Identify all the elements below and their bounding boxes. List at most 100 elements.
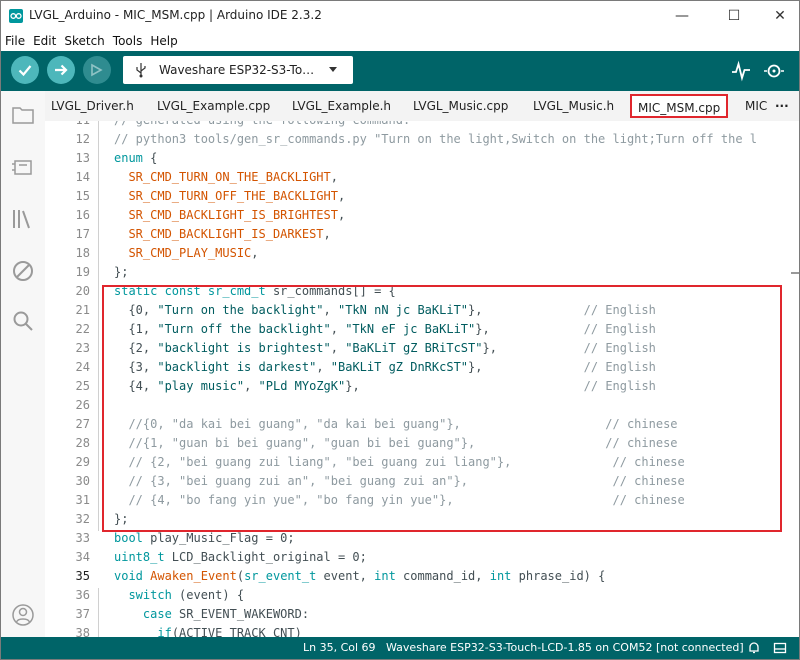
line-number: 16 — [75, 208, 90, 222]
code-token: ( — [236, 569, 245, 583]
menu-sketch[interactable]: Sketch — [64, 31, 104, 51]
code-line[interactable]: 34 uint8_t LCD_Backlight_original = 0; — [45, 550, 799, 569]
check-icon — [18, 65, 32, 77]
verify-button[interactable] — [11, 56, 39, 84]
menu-tools[interactable]: Tools — [113, 31, 143, 51]
menu-help[interactable]: Help — [150, 31, 177, 51]
code-text: SR_CMD_TURN_ON_THE_BACKLIGHT, — [114, 170, 338, 184]
tab-lvgl-music-cpp[interactable]: LVGL_Music.cpp — [413, 99, 508, 113]
code-line[interactable]: 35 void Awaken_Event(sr_event_t event, in… — [45, 569, 799, 588]
code-token: { — [142, 151, 158, 165]
code-token: phrase_id) { — [511, 569, 606, 583]
debug-disabled-icon[interactable] — [11, 259, 35, 283]
close-button[interactable]: ✕ — [757, 1, 799, 31]
line-number: 31 — [75, 493, 90, 507]
code-token: SR_CMD_BACKLIGHT_IS_BRIGHTEST — [128, 208, 338, 222]
line-number: 30 — [75, 474, 90, 488]
code-token: enum — [114, 151, 143, 165]
code-line[interactable]: 16 SR_CMD_BACKLIGHT_IS_BRIGHTEST, — [45, 208, 799, 227]
code-token: (event) { — [171, 588, 245, 602]
board-status[interactable]: Waveshare ESP32-S3-Touch-LCD-1.85 on COM… — [386, 641, 744, 654]
code-text: // generated using the following command… — [114, 121, 410, 127]
toolbar: Waveshare ESP32-S3-To… — [1, 51, 799, 91]
code-line[interactable]: 17 SR_CMD_BACKLIGHT_IS_DARKEST, — [45, 227, 799, 246]
code-text: if(ACTIVE_TRACK_CNT) — [114, 626, 302, 637]
boards-icon[interactable] — [11, 155, 35, 179]
minimize-button[interactable]: — — [659, 1, 705, 31]
code-line[interactable]: 12 // python3 tools/gen_sr_commands.py "T… — [45, 132, 799, 151]
code-line[interactable]: 37 case SR_EVENT_WAKEWORD: — [45, 607, 799, 626]
tab-lvgl-example-cpp[interactable]: LVGL_Example.cpp — [157, 99, 270, 113]
line-number: 11 — [45, 121, 90, 127]
code-line[interactable]: 15 SR_CMD_TURN_OFF_THE_BACKLIGHT, — [45, 189, 799, 208]
usb-icon — [136, 63, 146, 78]
more-tabs-icon[interactable]: ··· — [775, 99, 789, 113]
line-number: 32 — [75, 512, 90, 526]
code-line[interactable]: 38 if(ACTIVE_TRACK_CNT) — [45, 626, 799, 637]
output-panel-icon[interactable] — [773, 641, 787, 655]
folder-icon[interactable] — [11, 103, 35, 127]
editor-tabs: LVGL_Driver.h LVGL_Example.cpp LVGL_Exam… — [45, 91, 799, 122]
magnifier-icon[interactable] — [763, 60, 785, 82]
line-number: 24 — [75, 360, 90, 374]
line-number: 35 — [75, 569, 90, 583]
tab-mic-msm-cpp[interactable]: MIC_MSM.cpp — [630, 94, 729, 118]
search-icon[interactable] — [11, 309, 35, 333]
chevron-down-icon — [329, 67, 337, 72]
line-number: 18 — [75, 246, 90, 260]
code-line[interactable]: 36 switch (event) { — [45, 588, 799, 607]
code-token: case — [142, 607, 172, 621]
code-token: , — [251, 246, 259, 260]
code-text: SR_CMD_BACKLIGHT_IS_DARKEST, — [114, 227, 331, 241]
code-token: SR_CMD_PLAY_MUSIC — [128, 246, 252, 260]
tab-lvgl-driver-h[interactable]: LVGL_Driver.h — [51, 99, 134, 113]
line-number: 21 — [75, 303, 90, 317]
maximize-button[interactable]: ☐ — [711, 1, 757, 31]
code-token: , — [323, 227, 331, 241]
code-text: SR_CMD_BACKLIGHT_IS_BRIGHTEST, — [114, 208, 345, 222]
activity-sidebar — [1, 91, 45, 637]
code-line[interactable]: 18 SR_CMD_PLAY_MUSIC, — [45, 246, 799, 265]
line-number: 33 — [75, 531, 90, 545]
library-icon[interactable] — [11, 207, 35, 231]
code-token: event, — [316, 569, 375, 583]
code-token: void — [114, 569, 143, 583]
board-selector[interactable]: Waveshare ESP32-S3-To… — [123, 56, 353, 84]
debug-button[interactable] — [83, 56, 111, 84]
menu-file[interactable]: File — [5, 31, 25, 51]
code-text: SR_CMD_PLAY_MUSIC, — [114, 246, 259, 260]
tab-lvgl-music-h[interactable]: LVGL_Music.h — [533, 99, 614, 113]
code-token: , — [337, 208, 346, 222]
code-line[interactable]: 33 bool play_Music_Flag = 0; — [45, 531, 799, 550]
code-token: SR_CMD_BACKLIGHT_IS_DARKEST — [128, 227, 324, 241]
code-text: }; — [114, 265, 128, 279]
menu-edit[interactable]: Edit — [33, 31, 56, 51]
line-number: 17 — [75, 227, 90, 241]
status-bar: Ln 35, Col 69 Waveshare ESP32-S3-Touch-L… — [1, 637, 799, 659]
title-bar: LVGL_Arduino - MIC_MSM.cpp | Arduino IDE… — [1, 1, 799, 31]
line-number: 12 — [75, 132, 90, 146]
line-number: 19 — [75, 265, 90, 279]
tab-mic[interactable]: MIC — [745, 99, 767, 113]
cursor-position[interactable]: Ln 35, Col 69 — [303, 641, 376, 654]
upload-button[interactable] — [47, 56, 75, 84]
code-token: Awaken_Event — [150, 569, 237, 583]
code-token: int — [374, 569, 396, 583]
code-line[interactable]: 13 enum { — [45, 151, 799, 170]
tab-lvgl-example-h[interactable]: LVGL_Example.h — [292, 99, 391, 113]
code-token: }; — [114, 265, 129, 279]
line-number: 23 — [75, 341, 90, 355]
code-line[interactable]: 11 // generated using the following comma… — [45, 121, 799, 132]
debug-icon — [91, 63, 103, 77]
code-line[interactable]: 19}; — [45, 265, 799, 284]
code-token: bool — [114, 531, 143, 545]
bell-icon[interactable] — [747, 641, 761, 655]
pulse-icon[interactable] — [730, 60, 752, 82]
line-number: 37 — [75, 607, 90, 621]
editor-scrollbar[interactable] — [789, 121, 799, 637]
code-line[interactable]: 14 SR_CMD_TURN_ON_THE_BACKLIGHT, — [45, 170, 799, 189]
account-icon[interactable] — [11, 603, 35, 627]
